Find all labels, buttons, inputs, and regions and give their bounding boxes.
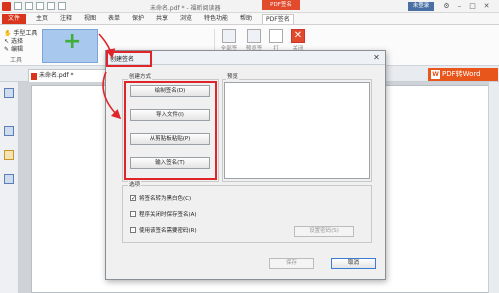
pages-icon[interactable] [4,126,14,136]
layers-icon[interactable] [4,174,14,184]
pdf-to-word-button[interactable]: W PDF转Word [428,68,498,81]
checkbox-require-password[interactable] [130,226,136,233]
sign-all-button[interactable]: 全部签 [219,29,239,52]
save-button[interactable]: 保存 [269,258,314,269]
close-sign-button[interactable]: ✕ 关闭 [288,29,308,52]
quick-print-icon[interactable] [36,2,44,10]
menu-form[interactable]: 表单 [108,14,120,24]
window-title: 未命名.pdf * - 福昕阅读器 [150,5,221,12]
menu-features[interactable]: 特色功能 [204,14,228,24]
settings-icon[interactable]: ⚙ [442,2,451,11]
option-save-on-close[interactable]: 程序关闭时保存签名(A) [130,210,197,218]
left-sidebar [0,82,19,293]
menu-view[interactable]: 视图 [84,14,96,24]
pdf-file-icon [31,73,37,80]
quick-redo-icon[interactable] [58,2,66,10]
print-button[interactable]: 打 [266,29,286,52]
edit-tool[interactable]: ✎ 编辑 [4,44,23,53]
right-scroll-strip[interactable] [488,82,499,293]
tools-group-label: 工具 [10,57,23,64]
plus-icon: + [63,29,82,54]
quick-open-icon[interactable] [14,2,22,10]
minimize-icon[interactable]: – [455,2,464,11]
option-black-white-label: 将签名转为黑白色(C) [139,196,192,202]
option-black-white[interactable]: ✓ 将签名转为黑白色(C) [130,194,191,202]
create-signature-button[interactable]: + [42,29,98,63]
menu-bar: 文件 主页 注释 视图 表单 保护 共享 浏览 特色功能 帮助 PDF签名 [0,13,499,25]
menu-browse[interactable]: 浏览 [180,14,192,24]
menu-pdf-sign[interactable]: PDF签名 [262,14,294,24]
preview-sign-icon [247,29,261,43]
menu-help[interactable]: 帮助 [240,14,252,24]
signature-preview-area [224,82,370,179]
title-highlight-frame [106,51,152,67]
menu-home[interactable]: 主页 [36,14,48,24]
close-window-icon[interactable]: ✕ [482,2,491,11]
options-group-label: 选项 [128,180,142,188]
cancel-button[interactable]: 取消 [331,258,376,269]
document-tab-label: 未命名.pdf * [39,72,74,79]
menu-protect[interactable]: 保护 [132,14,144,24]
type-signature-button[interactable]: 输入签名(T) [130,157,210,169]
menu-share[interactable]: 共享 [156,14,168,24]
text-cursor-icon [269,29,283,43]
close-icon: ✕ [291,29,305,43]
set-password-button[interactable]: 设置密码(S) [294,226,354,237]
quick-undo-icon[interactable] [47,2,55,10]
document-tab[interactable]: 未命名.pdf * [28,69,110,82]
import-file-button[interactable]: 导入文件(I) [130,109,210,121]
title-bar: 未命名.pdf * - 福昕阅读器 PDF签名 未登录 ⚙ – □ ✕ [0,0,499,13]
pdf-sign-context-label: PDF签名 [262,0,300,10]
menu-comment[interactable]: 注释 [60,14,72,24]
preview-group-label: 预览 [226,72,240,80]
option-require-password[interactable]: 使用该签名需要密码(R) [130,226,197,234]
pdf-to-word-label: PDF转Word [442,70,481,78]
option-save-on-close-label: 程序关闭时保存签名(A) [139,212,197,218]
app-icon [2,2,11,11]
quick-save-icon[interactable] [25,2,33,10]
create-signature-dialog: 创建签名 ✕ 创建方式 绘制签名(D) 导入文件(I) 从剪贴板粘贴(P) 输入… [105,50,386,280]
preview-sign-button[interactable]: 预览签 [244,29,264,52]
dialog-close-icon[interactable]: ✕ [371,53,382,63]
word-icon: W [431,70,440,79]
menu-file[interactable]: 文件 [2,14,26,24]
draw-signature-button[interactable]: 绘制签名(D) [130,85,210,97]
paste-clipboard-button[interactable]: 从剪贴板粘贴(P) [130,133,210,145]
maximize-icon[interactable]: □ [468,2,477,11]
comments-icon[interactable] [4,150,14,160]
option-require-password-label: 使用该签名需要密码(R) [139,228,197,234]
login-button[interactable]: 未登录 [408,2,434,11]
checkbox-black-white[interactable]: ✓ [130,194,136,201]
checkbox-save-on-close[interactable] [130,210,136,217]
bookmark-icon[interactable] [4,88,14,98]
sign-all-icon [222,29,236,43]
mode-group-label: 创建方式 [128,72,153,80]
